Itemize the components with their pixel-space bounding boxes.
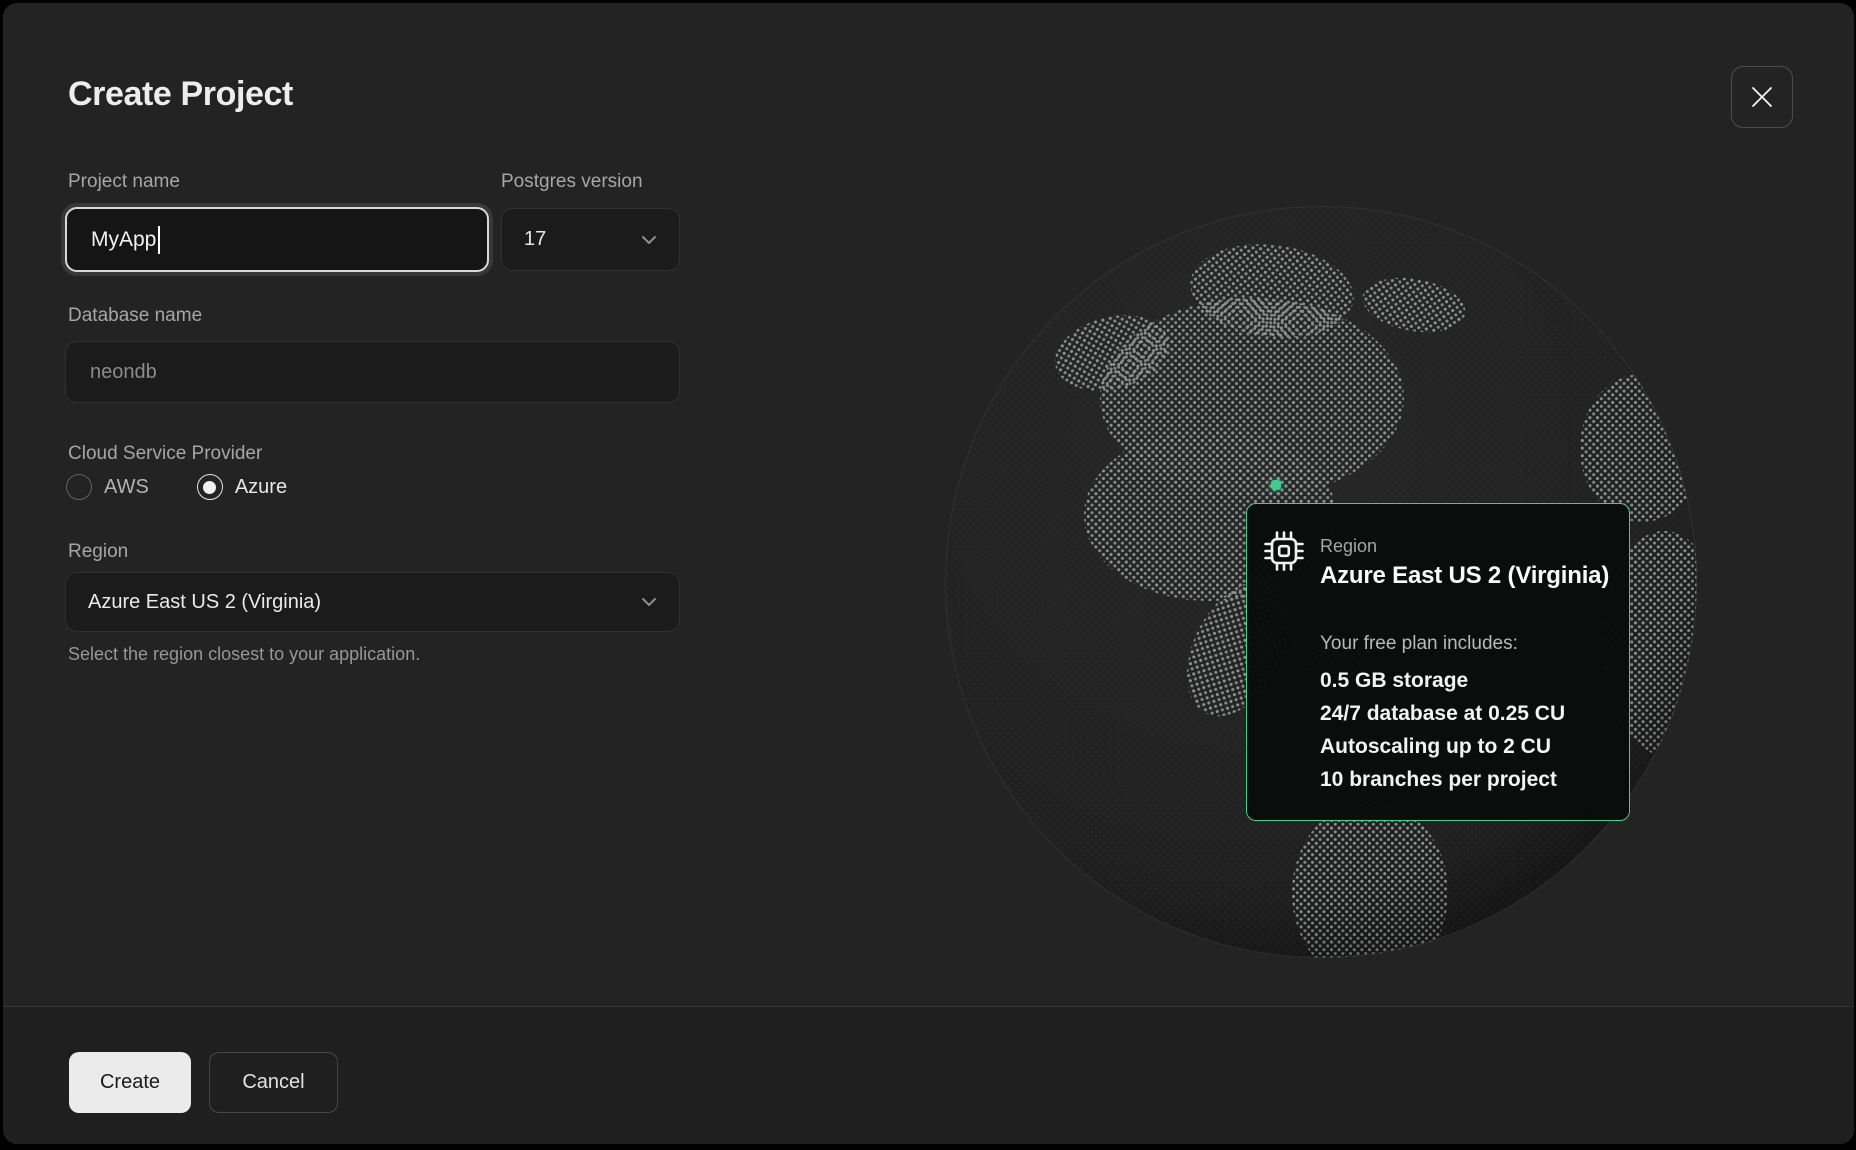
postgres-version-value: 17 (524, 228, 546, 251)
page-title: Create Project (68, 75, 293, 114)
plan-item-autoscaling: Autoscaling up to 2 CU (1320, 730, 1565, 763)
region-map-marker[interactable] (1271, 480, 1281, 490)
region-select[interactable]: Azure East US 2 (Virginia) (65, 572, 680, 632)
region-helper-text: Select the region closest to your applic… (68, 644, 420, 665)
tooltip-plan-heading: Your free plan includes: (1320, 633, 1518, 655)
radio-azure-label[interactable]: Azure (235, 476, 287, 499)
project-name-label: Project name (68, 171, 180, 193)
close-button[interactable] (1731, 66, 1793, 128)
region-value: Azure East US 2 (Virginia) (88, 591, 321, 614)
create-project-dialog-screen: Create Project Project name MyApp Postgr… (0, 0, 1856, 1150)
cloud-provider-label: Cloud Service Provider (68, 443, 262, 465)
radio-azure[interactable] (197, 474, 223, 500)
postgres-version-label: Postgres version (501, 171, 643, 193)
cancel-button[interactable]: Cancel (209, 1052, 338, 1113)
text-caret (158, 226, 160, 254)
plan-item-storage: 0.5 GB storage (1320, 664, 1565, 697)
plan-item-database: 24/7 database at 0.25 CU (1320, 697, 1565, 730)
tooltip-region-label: Region (1320, 536, 1377, 557)
project-name-value: MyApp (91, 228, 156, 252)
chevron-down-icon (641, 235, 657, 245)
database-name-placeholder: neondb (90, 361, 157, 384)
postgres-version-select[interactable]: 17 (501, 208, 680, 271)
tooltip-plan-list: 0.5 GB storage 24/7 database at 0.25 CU … (1320, 664, 1565, 796)
region-label: Region (68, 541, 128, 563)
chevron-down-icon (641, 597, 657, 607)
radio-aws[interactable] (66, 474, 92, 500)
create-project-modal: Create Project Project name MyApp Postgr… (3, 3, 1854, 1144)
database-name-label: Database name (68, 305, 202, 327)
cpu-chip-icon (1263, 530, 1305, 572)
database-name-input[interactable]: neondb (65, 341, 680, 403)
create-button[interactable]: Create (69, 1052, 191, 1113)
plan-item-branches: 10 branches per project (1320, 763, 1565, 796)
cloud-provider-radio-group: AWS Azure (66, 473, 287, 501)
radio-aws-label[interactable]: AWS (104, 476, 149, 499)
close-icon (1749, 84, 1775, 110)
dialog-footer: Create Cancel (3, 1006, 1854, 1144)
region-tooltip-card: Region Azure East US 2 (Virginia) Your f… (1246, 503, 1630, 821)
tooltip-region-title: Azure East US 2 (Virginia) (1320, 562, 1609, 590)
project-name-input[interactable]: MyApp (65, 207, 489, 272)
radio-selected-dot (203, 481, 216, 494)
